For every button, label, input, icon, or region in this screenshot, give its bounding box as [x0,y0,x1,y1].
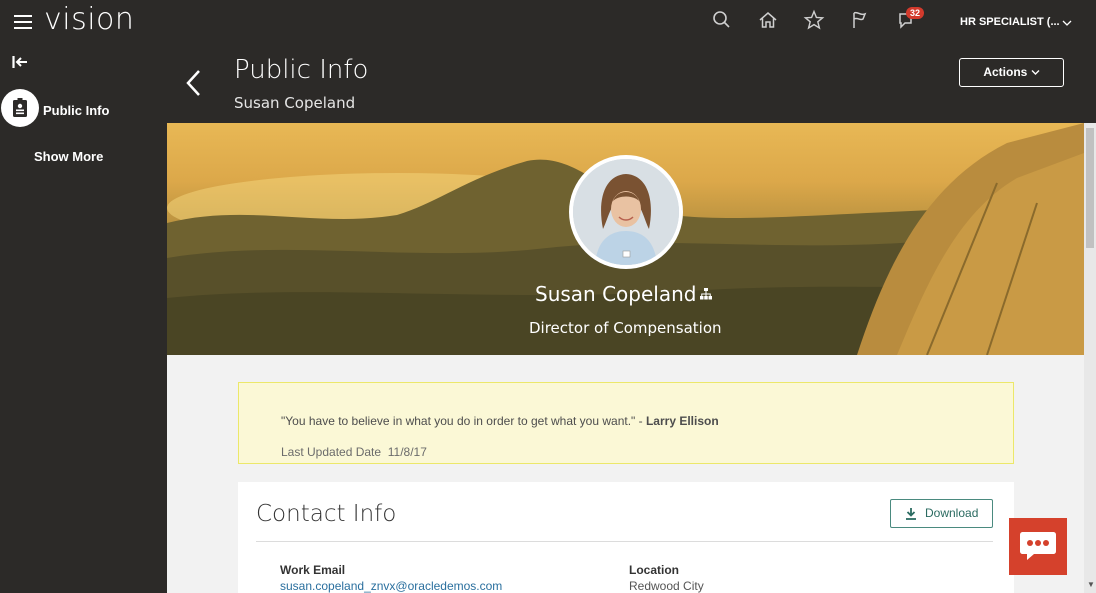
location-value: Redwood City [629,579,704,593]
updated-date: 11/8/17 [387,445,427,459]
chat-button[interactable] [1009,518,1067,575]
quote-text: "You have to believe in what you do in o… [281,414,719,428]
work-email-label: Work Email [280,563,346,577]
notification-badge: 32 [906,7,925,19]
scroll-down-icon[interactable]: ▼ [1087,580,1095,589]
profile-name: Susan Copeland [535,282,697,306]
top-bar: vision 32 HR SPECIALIST (... [0,0,1096,44]
download-button[interactable]: Download [890,499,993,528]
download-icon [906,508,916,520]
star-icon[interactable] [803,9,825,31]
collapse-panel-icon[interactable] [11,54,31,70]
profile-photo[interactable] [569,155,683,269]
location-label: Location [629,563,679,577]
public-info-icon[interactable] [1,89,39,127]
updated-label: Last Updated Date [281,445,382,459]
home-icon[interactable] [757,9,779,31]
avatar [573,159,679,265]
profile-job-title: Director of Compensation [529,319,722,337]
chat-icon [1020,532,1056,560]
quote-updated: Last Updated Date 11/8/17 [281,445,427,459]
scrollbar-thumb[interactable] [1086,128,1094,248]
role-menu[interactable]: HR SPECIALIST (... [960,16,1060,28]
show-more-link[interactable]: Show More [34,149,103,164]
org-chart-icon[interactable] [699,287,713,306]
sidebar-item-public-info[interactable]: Public Info [43,103,109,118]
work-email-link[interactable]: susan.copeland_znvx@oracledemos.com [280,579,502,593]
quote-author: Larry Ellison [645,414,719,428]
flag-icon[interactable] [849,9,871,31]
download-label: Download [925,506,979,520]
quote-panel: "You have to believe in what you do in o… [238,382,1014,464]
page-title: Public Info [234,55,369,85]
search-icon[interactable] [711,9,733,31]
contact-info-card: Contact Info Download Work Email susan.c… [238,482,1014,593]
chevron-down-icon [1031,70,1040,75]
app-logo[interactable]: vision [44,2,134,37]
page-subtitle: Susan Copeland [234,94,356,112]
actions-label: Actions [983,65,1028,79]
side-panel: Public Info Show More [0,44,167,593]
quote-body: "You have to believe in what you do in o… [281,414,646,428]
back-arrow-icon[interactable] [184,68,204,98]
actions-button[interactable]: Actions [959,58,1064,87]
divider [256,541,993,542]
contact-info-title: Contact Info [256,501,397,527]
chevron-down-icon[interactable] [1062,15,1072,33]
hamburger-icon[interactable] [14,15,32,29]
